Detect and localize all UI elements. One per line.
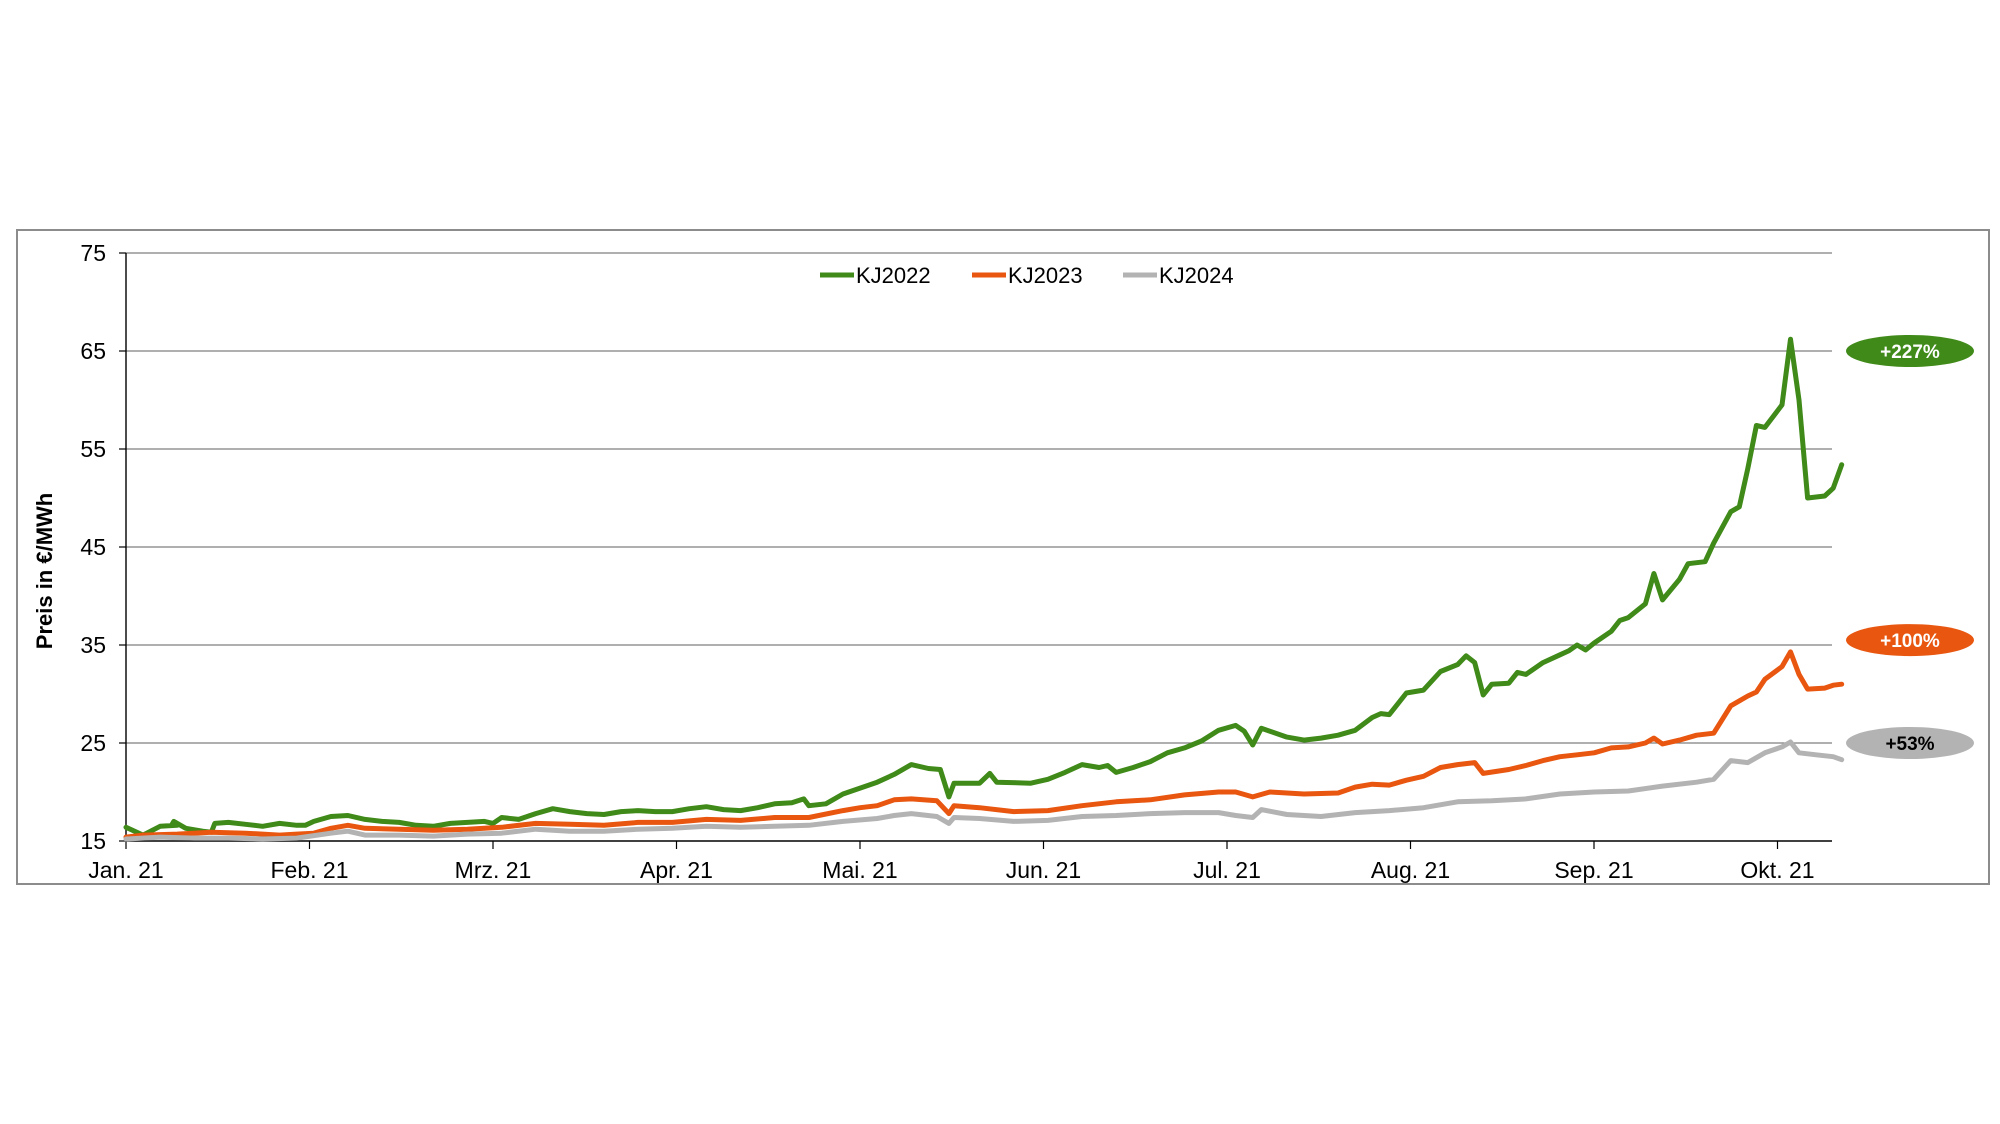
x-tick-label: Apr. 21 xyxy=(640,857,713,883)
x-tick-label: Jan. 21 xyxy=(88,857,163,883)
chart-frame: 75 65 55 45 35 25 15 Jan. 21 Feb. 21 Mrz. 21 Apr. … xyxy=(16,229,1990,885)
series-line-kj2024 xyxy=(123,739,1845,842)
y-tick-label: 15 xyxy=(80,828,106,854)
y-tick-label: 25 xyxy=(80,730,106,756)
legend-item-kj2023: KJ2023 xyxy=(972,263,1083,288)
x-tick-label: Jun. 21 xyxy=(1006,857,1081,883)
legend-label: KJ2023 xyxy=(1008,263,1083,288)
x-tick-label: Aug. 21 xyxy=(1371,857,1450,883)
change-badge-kj2022: +227% xyxy=(1846,335,1974,367)
x-tick-label: Jul. 21 xyxy=(1193,857,1261,883)
badge-label: +53% xyxy=(1885,734,1934,755)
legend-item-kj2024: KJ2024 xyxy=(1123,263,1234,288)
y-tick-label: 65 xyxy=(80,338,106,364)
change-badge-kj2023: +100% xyxy=(1846,624,1974,657)
x-tick-label: Feb. 21 xyxy=(271,857,349,883)
series-line-kj2023 xyxy=(123,649,1845,840)
y-tick-label: 35 xyxy=(80,632,106,658)
legend-item-kj2022: KJ2022 xyxy=(820,263,931,288)
y-tick-label: 55 xyxy=(80,436,106,462)
y-axis-title: Preis in €/MWh xyxy=(32,493,57,649)
y-tick-label: 45 xyxy=(80,534,106,560)
y-tick-label: 75 xyxy=(80,240,106,266)
legend-label: KJ2022 xyxy=(856,263,931,288)
line-chart: 75 65 55 45 35 25 15 Jan. 21 Feb. 21 Mrz. 21 Apr. … xyxy=(32,240,1974,883)
series-line-kj2022 xyxy=(123,336,1845,838)
x-tick-label: Mrz. 21 xyxy=(455,857,532,883)
badge-label: +227% xyxy=(1880,342,1940,363)
legend-label: KJ2024 xyxy=(1159,263,1234,288)
x-tick-label: Mai. 21 xyxy=(822,857,897,883)
x-tick-label: Okt. 21 xyxy=(1740,857,1814,883)
badge-label: +100% xyxy=(1880,631,1940,652)
x-tick-label: Sep. 21 xyxy=(1554,857,1633,883)
change-badge-kj2024: +53% xyxy=(1846,727,1974,759)
